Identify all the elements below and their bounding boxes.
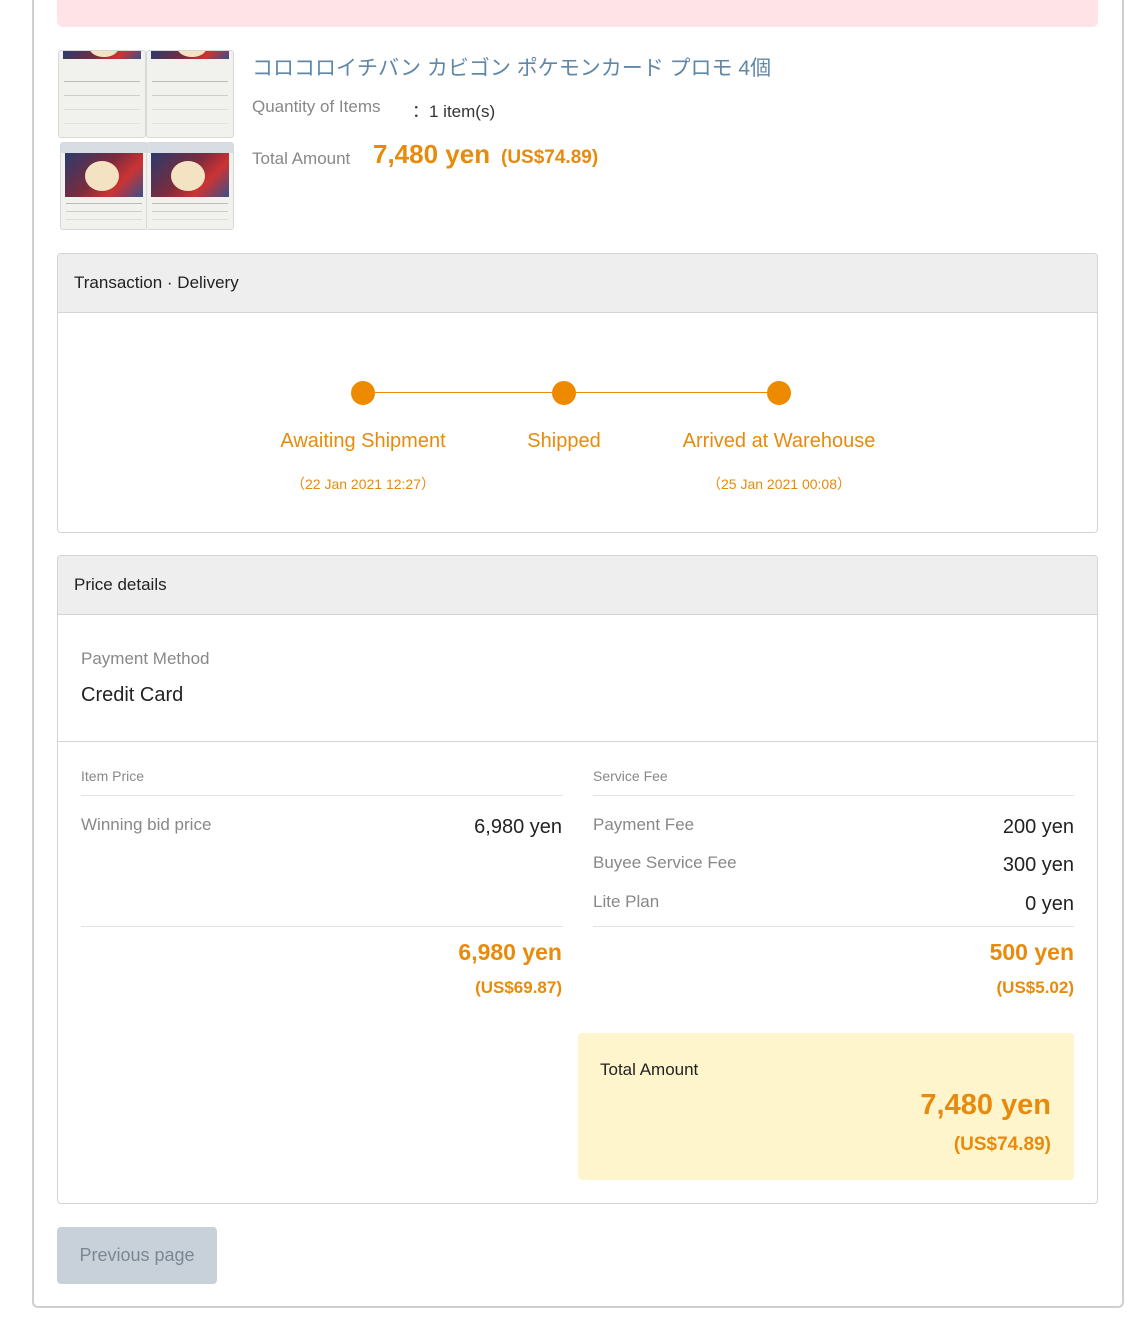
item-thumbnail[interactable] <box>58 50 238 230</box>
step-dot-awaiting <box>351 381 375 405</box>
previous-page-button[interactable]: Previous page <box>57 1227 217 1284</box>
total-amount-box-label: Total Amount <box>600 1060 699 1079</box>
service-fee-subtotal-usd: (US$5.02) <box>996 978 1074 997</box>
divider <box>593 926 1074 927</box>
service-fee-heading: Service Fee <box>593 768 668 784</box>
alert-banner <box>57 0 1098 27</box>
total-amount-label: Total Amount <box>252 149 351 168</box>
total-amount-box-yen: 7,480 yen <box>920 1089 1051 1121</box>
step-dot-shipped <box>552 381 576 405</box>
total-amount-usd: (US$74.89) <box>501 147 599 168</box>
step-date-arrived: （25 Jan 2021 00:08） <box>707 476 851 492</box>
payment-fee-value: 200 yen <box>1002 816 1074 838</box>
card-image <box>58 50 146 138</box>
divider <box>593 795 1074 796</box>
divider <box>81 795 563 796</box>
payment-fee-label: Payment Fee <box>593 815 695 834</box>
delivery-panel: Transaction · Delivery Awaiting Shipment… <box>57 253 1098 533</box>
card-image <box>146 142 234 230</box>
lite-plan-label: Lite Plan <box>593 892 660 911</box>
divider <box>58 741 1097 742</box>
lite-plan-value: 0 yen <box>1025 893 1074 915</box>
delivery-panel-heading: Transaction · Delivery <box>58 254 1097 313</box>
total-amount-box: Total Amount 7,480 yen (US$74.89) <box>578 1033 1074 1180</box>
quantity-label: Quantity of Items <box>252 97 381 116</box>
item-title-link[interactable]: コロコロイチバン カビゴン ポケモンカード プロモ 4個 <box>252 52 771 82</box>
quantity-value: ：1 item(s) <box>412 102 496 121</box>
step-date-awaiting: （22 Jan 2021 12:27） <box>291 476 435 492</box>
step-label-awaiting: Awaiting Shipment <box>280 430 446 452</box>
total-amount-yen: 7,480 yen <box>373 139 491 169</box>
winning-bid-value: 6,980 yen <box>474 816 562 838</box>
item-price-heading: Item Price <box>81 768 145 784</box>
item-price-subtotal-usd: (US$69.87) <box>475 978 562 997</box>
price-details-panel: Price details Payment Method Credit Card… <box>57 555 1098 1204</box>
divider <box>81 926 563 927</box>
payment-method-label: Payment Method <box>81 649 210 668</box>
card-image <box>60 142 148 230</box>
progress-line <box>363 392 564 393</box>
step-dot-arrived <box>767 381 791 405</box>
winning-bid-label: Winning bid price <box>81 815 212 834</box>
buyee-service-fee-value: 300 yen <box>1002 854 1074 876</box>
progress-line <box>564 392 779 393</box>
card-image <box>146 50 234 138</box>
buyee-service-fee-label: Buyee Service Fee <box>593 853 737 872</box>
item-price-subtotal-yen: 6,980 yen <box>458 939 562 965</box>
step-label-arrived: Arrived at Warehouse <box>682 430 876 452</box>
price-panel-heading: Price details <box>58 556 1097 615</box>
step-label-shipped: Shipped <box>527 430 601 452</box>
payment-method-value: Credit Card <box>81 684 184 706</box>
total-amount-box-usd: (US$74.89) <box>953 1134 1051 1155</box>
service-fee-subtotal-yen: 500 yen <box>989 939 1074 965</box>
